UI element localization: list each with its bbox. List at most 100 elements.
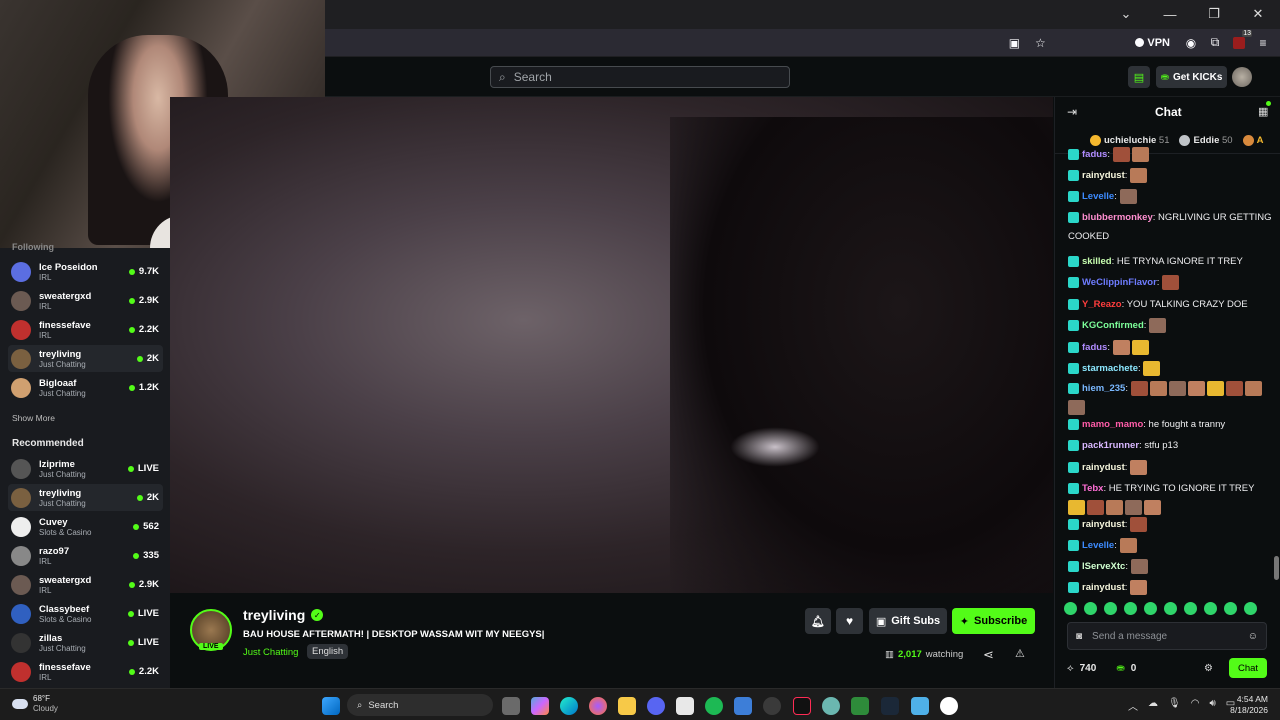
minecraft-icon[interactable] xyxy=(851,697,869,715)
app-icon[interactable] xyxy=(940,697,958,715)
sidebar-item-razo97[interactable]: razo97 IRL 335 xyxy=(8,542,163,569)
firefox-icon[interactable] xyxy=(589,697,607,715)
discord-icon[interactable] xyxy=(647,697,665,715)
chat-send-button[interactable]: Chat xyxy=(1229,658,1267,678)
category-link[interactable]: Just Chatting xyxy=(243,647,298,658)
channel-name: lziprime xyxy=(39,458,75,470)
chat-username[interactable]: mamo_mamo xyxy=(1082,419,1143,430)
sidebar-item-sweatergxd[interactable]: sweatergxd IRL 2.9K xyxy=(8,287,163,314)
tiktok-icon[interactable] xyxy=(793,697,811,715)
chat-username[interactable]: fadus xyxy=(1082,149,1107,160)
chat-username[interactable]: Tebx xyxy=(1082,483,1103,494)
file-explorer-icon[interactable] xyxy=(618,697,636,715)
store-icon[interactable] xyxy=(676,697,694,715)
sidebar-item-finessefave[interactable]: finessefave IRL 2.2K xyxy=(8,316,163,343)
sidebar-item-classybeef[interactable]: Classybeef Slots & Casino LIVE xyxy=(8,600,163,627)
chat-username[interactable]: rainydust xyxy=(1082,582,1125,593)
collapse-chat-icon[interactable]: ⇥ xyxy=(1067,105,1077,119)
steam-icon[interactable] xyxy=(881,697,899,715)
show-more-link[interactable]: Show More xyxy=(12,413,55,423)
chat-username[interactable]: Levelle xyxy=(1082,191,1114,202)
extensions-icon[interactable]: ⧉ xyxy=(1206,34,1224,52)
sidebar-item-treyliving-rec[interactable]: treyliving Just Chatting 2K xyxy=(8,484,163,511)
account-icon[interactable]: ◉ xyxy=(1182,34,1200,52)
bookmark-star-icon[interactable]: ☆ xyxy=(1031,34,1049,52)
copilot-icon[interactable] xyxy=(531,697,549,715)
viewer-count: LIVE xyxy=(127,463,159,474)
share-icon[interactable]: ⋖ xyxy=(983,647,994,663)
gift-subs-button[interactable]: ▣ Gift Subs xyxy=(869,608,947,634)
restore-icon[interactable]: ❐ xyxy=(1192,0,1236,28)
spotify-icon[interactable] xyxy=(705,697,723,715)
emote-icon[interactable] xyxy=(1184,601,1197,615)
taskbar-search[interactable]: ⌕ Search xyxy=(347,694,493,716)
chat-users-icon[interactable]: ▦ xyxy=(1258,101,1272,118)
edge-icon[interactable] xyxy=(560,697,578,715)
emote-icon[interactable] xyxy=(1204,601,1217,615)
emote-icon[interactable] xyxy=(1244,601,1257,615)
video-player[interactable] xyxy=(170,97,1053,593)
start-icon[interactable] xyxy=(322,697,340,715)
close-icon[interactable]: ✕ xyxy=(1236,0,1280,28)
system-tray[interactable]: ︿ ☁ 🎙︎ ◠ 🔊︎ ▭ xyxy=(1128,698,1235,713)
sidebar-item-cuvey[interactable]: Cuvey Slots & Casino 562 xyxy=(8,513,163,540)
emoji-icon[interactable]: ☺ xyxy=(1248,631,1258,642)
chat-message: rainydust: xyxy=(1068,166,1273,185)
emote-icon[interactable] xyxy=(1104,601,1117,615)
search-input[interactable]: ⌕ Search xyxy=(490,66,790,88)
minimize-icon[interactable]: — xyxy=(1148,0,1192,28)
emote-icon[interactable] xyxy=(1224,601,1237,615)
streamer-name[interactable]: treyliving xyxy=(243,607,305,623)
chat-username[interactable]: rainydust xyxy=(1082,462,1125,473)
chat-message-list[interactable]: fadus: rainydust: Levelle: blubbermonkey… xyxy=(1055,145,1275,595)
chat-username[interactable]: KGConfirmed xyxy=(1082,320,1144,331)
emote-icon[interactable] xyxy=(1064,601,1077,615)
chat-username[interactable]: Y_Reazo xyxy=(1082,299,1122,310)
chat-username[interactable]: fadus xyxy=(1082,342,1107,353)
chat-username[interactable]: rainydust xyxy=(1082,170,1125,181)
weather-widget[interactable]: 68°F Cloudy xyxy=(12,694,58,714)
language-tag[interactable]: English xyxy=(307,644,349,659)
sidebar-item-lziprime[interactable]: lziprime Just Chatting LIVE xyxy=(8,455,163,482)
notepad-icon[interactable] xyxy=(911,697,929,715)
emote-icon[interactable] xyxy=(1084,601,1097,615)
chat-input[interactable]: ◙ Send a message ☺ xyxy=(1067,622,1267,650)
reader-view-icon[interactable]: ▣ xyxy=(1005,34,1023,52)
chat-username[interactable]: hiem_235 xyxy=(1082,383,1125,394)
notification-button[interactable]: 🔔︎ xyxy=(805,608,831,634)
emote-icon[interactable] xyxy=(1124,601,1137,615)
sidebar-item-sweatergxd-rec[interactable]: sweatergxd IRL 2.9K xyxy=(8,571,163,598)
chat-scrollbar[interactable] xyxy=(1274,556,1279,580)
steam-alt-icon[interactable] xyxy=(763,697,781,715)
library-button[interactable]: ▤ xyxy=(1128,66,1150,88)
vpn-button[interactable]: VPN xyxy=(1135,37,1170,49)
report-icon[interactable]: ⚠ xyxy=(1015,647,1025,660)
mail-icon[interactable] xyxy=(734,697,752,715)
chatgpt-icon[interactable] xyxy=(822,697,840,715)
task-view-icon[interactable] xyxy=(502,697,520,715)
sidebar-item-treyliving[interactable]: treyliving Just Chatting 2K xyxy=(8,345,163,372)
chat-username[interactable]: pack1runner xyxy=(1082,440,1139,451)
sidebar-item-ice-poseidon[interactable]: Ice Poseidon IRL 9.7K xyxy=(8,258,163,285)
chat-username[interactable]: WeClippinFlavor xyxy=(1082,277,1157,288)
follow-button[interactable]: ♥ xyxy=(836,608,863,634)
chat-username[interactable]: blubbermonkey xyxy=(1082,212,1153,223)
emote-icon[interactable] xyxy=(1164,601,1177,615)
sidebar-item-bigloaaf[interactable]: Bigloaaf Just Chatting 1.2K xyxy=(8,374,163,401)
chat-username[interactable]: lServeXtc xyxy=(1082,561,1125,572)
chat-username[interactable]: rainydust xyxy=(1082,519,1125,530)
user-avatar[interactable] xyxy=(1232,67,1252,87)
chat-username[interactable]: Levelle xyxy=(1082,540,1114,551)
tab-list-icon[interactable]: ⌄ xyxy=(1104,0,1148,28)
menu-icon[interactable]: ≡ xyxy=(1254,34,1272,52)
sidebar-item-zillas[interactable]: zillas Just Chatting LIVE xyxy=(8,629,163,656)
gear-icon[interactable]: ⚙ xyxy=(1204,663,1213,674)
chat-username[interactable]: starmachete xyxy=(1082,363,1138,374)
sidebar-item-finessefave-rec[interactable]: finessefave IRL 2.2K xyxy=(8,658,163,685)
emote-icon[interactable] xyxy=(1144,601,1157,615)
get-kicks-button[interactable]: ⛂ Get KICKs xyxy=(1156,66,1227,88)
clock[interactable]: 4:54 AM 8/18/2026 xyxy=(1226,694,1268,716)
ublock-icon[interactable]: 13 xyxy=(1230,29,1252,52)
chat-username[interactable]: skilled xyxy=(1082,256,1112,267)
subscribe-button[interactable]: ✦ Subscribe xyxy=(952,608,1035,634)
